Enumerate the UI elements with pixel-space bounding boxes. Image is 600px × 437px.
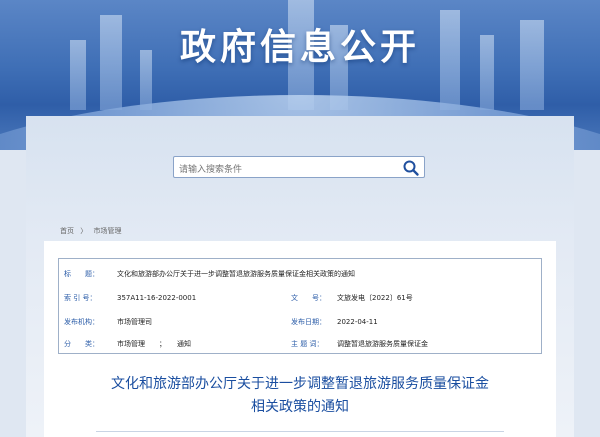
search-button[interactable] xyxy=(402,159,420,177)
breadcrumb-home[interactable]: 首页 xyxy=(60,227,74,235)
document-title-line-1: 文化和旅游部办公厅关于进一步调整暂退旅游服务质量保证金 xyxy=(111,376,489,392)
meta-date-value: 2022-04-11 xyxy=(337,318,378,326)
breadcrumb-separator: 〉 xyxy=(80,227,88,235)
meta-category-separator: ； xyxy=(159,340,166,348)
title-divider xyxy=(96,431,504,432)
meta-category-label: 分 类： xyxy=(64,340,99,348)
breadcrumb: 首页 〉 市场管理 xyxy=(60,226,125,236)
meta-category-value-2: 通知 xyxy=(177,340,191,348)
search-box xyxy=(173,156,425,180)
document-metadata-table: 标 题： 文化和旅游部办公厅关于进一步调整暂退旅游服务质量保证金相关政策的通知 … xyxy=(58,258,542,354)
meta-title-label: 标 题： xyxy=(64,270,99,278)
meta-title-value: 文化和旅游部办公厅关于进一步调整暂退旅游服务质量保证金相关政策的通知 xyxy=(117,270,355,278)
breadcrumb-current[interactable]: 市场管理 xyxy=(93,227,121,235)
search-input[interactable] xyxy=(174,160,399,180)
document-title-line-2: 相关政策的通知 xyxy=(251,399,349,415)
search-icon xyxy=(403,160,419,176)
meta-docno-label: 文 号： xyxy=(291,294,326,302)
meta-category-value-1: 市场管理 xyxy=(117,340,145,348)
meta-keywords-value: 调整暂退旅游服务质量保证金 xyxy=(337,340,428,348)
meta-keywords-label: 主 题 词： xyxy=(291,340,324,348)
meta-index-label: 索 引 号： xyxy=(64,294,97,302)
meta-issuer-label: 发布机构： xyxy=(64,318,99,326)
meta-issuer-value: 市场管理司 xyxy=(117,318,152,326)
meta-date-label: 发布日期： xyxy=(291,318,326,326)
banner-title: 政府信息公开 xyxy=(179,27,420,68)
meta-index-value: 357A11-16-2022-0001 xyxy=(117,294,197,302)
meta-docno-value: 文旅发电〔2022〕61号 xyxy=(337,294,413,302)
